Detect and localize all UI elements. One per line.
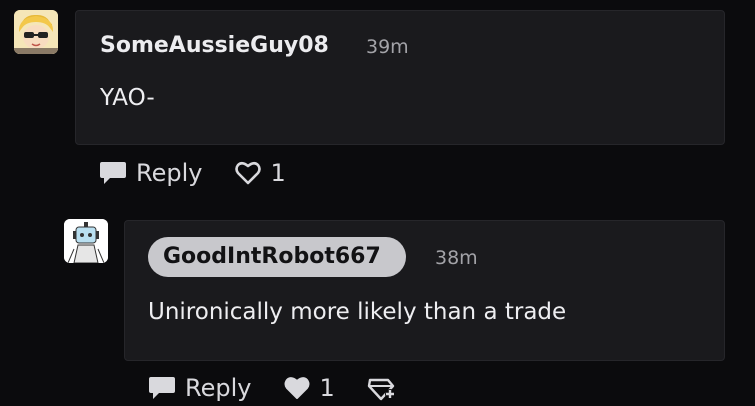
award-button[interactable] [365, 374, 397, 402]
reply-label: Reply [136, 159, 203, 187]
comment-actions: Reply 1 [98, 155, 286, 191]
comment-timestamp: 39m [366, 36, 409, 58]
reply-label: Reply [185, 374, 252, 402]
heart-filled-icon [284, 377, 310, 399]
op-username-pill[interactable]: GoodIntRobot667 [148, 237, 406, 277]
speech-bubble-icon [100, 162, 126, 184]
comment-bubble: GoodIntRobot667 38m Unironically more li… [124, 220, 725, 361]
comment-body: Unironically more likely than a trade [148, 299, 567, 325]
like-count: 1 [319, 374, 335, 402]
gem-plus-icon [367, 378, 395, 401]
like-button[interactable]: 1 [234, 159, 286, 187]
comment-timestamp: 38m [435, 247, 478, 269]
reply-button[interactable]: Reply [147, 374, 251, 402]
like-button[interactable]: 1 [283, 374, 335, 402]
avatar[interactable] [64, 219, 108, 263]
comment-actions: Reply 1 [147, 370, 397, 406]
comment-bubble: SomeAussieGuy08 39m YAO- [75, 10, 725, 145]
speech-bubble-icon [149, 377, 175, 399]
like-count: 1 [270, 159, 286, 187]
heart-outline-icon [235, 161, 262, 185]
comment-username: GoodIntRobot667 [163, 244, 381, 269]
user-avatar-icon [14, 10, 58, 54]
comment-2: GoodIntRobot667 38m Unironically more li… [0, 200, 755, 405]
reply-button[interactable]: Reply [98, 159, 202, 187]
comment-1: SomeAussieGuy08 39m YAO- Reply 1 [0, 0, 755, 200]
avatar[interactable] [14, 10, 58, 54]
comment-body: YAO- [100, 85, 155, 111]
robot-avatar-icon [64, 219, 108, 263]
comment-username[interactable]: SomeAussieGuy08 [100, 33, 329, 58]
